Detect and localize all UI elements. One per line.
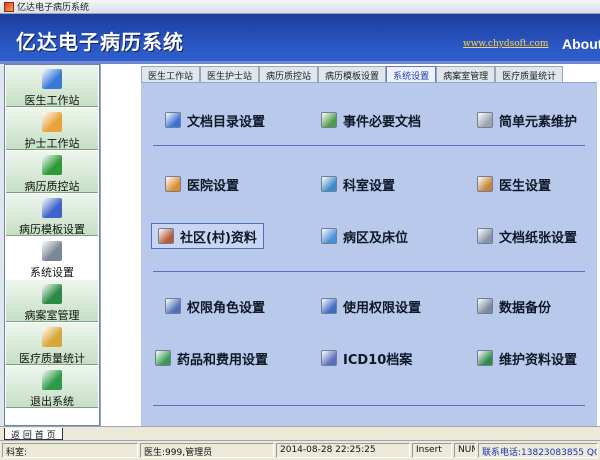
hospital-settings-button[interactable]: 医院设置 bbox=[165, 173, 239, 195]
tab-quality-statistics[interactable]: 医疗质量统计 bbox=[495, 66, 564, 82]
app-header: 亿达电子病历系统 www.chydsoft.com About bbox=[0, 14, 600, 64]
status-bar: 科室: 医生:999,管理员 2014-08-28 22:25:25 Inser… bbox=[0, 440, 600, 460]
window-titlebar: 亿达电子病历系统 bbox=[0, 0, 600, 14]
document-catalog-settings-button[interactable]: 文档目录设置 bbox=[165, 109, 265, 131]
department-icon bbox=[321, 176, 337, 192]
community-icon bbox=[158, 228, 174, 244]
sidebar-item-nurse-station[interactable]: 护士工作站 bbox=[6, 108, 98, 150]
printer-icon bbox=[477, 298, 493, 314]
community-village-info-button[interactable]: 社区(村)资料 bbox=[151, 223, 264, 249]
section-divider bbox=[153, 271, 585, 272]
doctor-icon bbox=[477, 176, 493, 192]
grid-icon bbox=[321, 112, 337, 128]
maintain-icon bbox=[477, 350, 493, 366]
paper-icon bbox=[477, 228, 493, 244]
about-link[interactable]: About bbox=[562, 36, 600, 52]
medicine-icon bbox=[155, 350, 171, 366]
status-insert-mode: Insert bbox=[412, 443, 452, 458]
sidebar-item-label: 医疗质量统计 bbox=[19, 352, 85, 365]
settings-icon bbox=[42, 241, 62, 261]
tab-archive-management[interactable]: 病案室管理 bbox=[436, 66, 496, 82]
sidebar-item-label: 系统设置 bbox=[30, 266, 74, 279]
sidebar-item-exit[interactable]: 退出系统 bbox=[6, 366, 98, 408]
tab-quality-control[interactable]: 病历质控站 bbox=[259, 66, 319, 82]
sidebar-item-quality-control[interactable]: 病历质控站 bbox=[6, 151, 98, 193]
nurse-icon bbox=[42, 112, 62, 132]
sidebar-item-quality-statistics[interactable]: 医疗质量统计 bbox=[6, 323, 98, 365]
app-title: 亿达电子病历系统 bbox=[16, 30, 184, 54]
checklist-icon bbox=[42, 155, 62, 175]
tab-bar: 医生工作站 医生护士站 病历质控站 病历模板设置 系统设置 病案室管理 医疗质量… bbox=[141, 66, 597, 82]
icd10-archive-button[interactable]: ICD10档案 bbox=[321, 347, 412, 369]
tab-doctor-nurse-station[interactable]: 医生护士站 bbox=[200, 66, 260, 82]
permission-icon bbox=[321, 298, 337, 314]
tab-system-settings[interactable]: 系统设置 bbox=[386, 66, 437, 82]
section-divider bbox=[153, 145, 585, 146]
sidebar-item-label: 病历质控站 bbox=[24, 180, 80, 193]
role-permission-settings-button[interactable]: 权限角色设置 bbox=[165, 295, 265, 317]
status-numlock: NUM bbox=[454, 443, 476, 458]
window-title: 亿达电子病历系统 bbox=[17, 3, 90, 13]
statistics-icon bbox=[42, 327, 62, 347]
medicine-and-fee-settings-button[interactable]: 药品和费用设置 bbox=[155, 347, 268, 369]
doctor-settings-button[interactable]: 医生设置 bbox=[477, 173, 551, 195]
system-settings-panel: 文档目录设置 事件必要文档 简单元素维护 医院设置 科室设置 医生设置 社区(村… bbox=[141, 82, 597, 426]
status-contact: 联系电话:13823083855 QQ:61087 bbox=[478, 443, 598, 458]
document-icon bbox=[477, 112, 493, 128]
tab-template-settings[interactable]: 病历模板设置 bbox=[318, 66, 387, 82]
document-paper-settings-button[interactable]: 文档纸张设置 bbox=[477, 225, 577, 247]
tab-doctor-station[interactable]: 医生工作站 bbox=[141, 66, 201, 82]
website-link[interactable]: www.chydsoft.com bbox=[463, 39, 548, 49]
role-icon bbox=[165, 298, 181, 314]
sidebar-item-system-settings[interactable]: 系统设置 bbox=[6, 237, 98, 279]
template-icon bbox=[42, 198, 62, 218]
table-icon bbox=[165, 112, 181, 128]
simple-element-maintenance-button[interactable]: 简单元素维护 bbox=[477, 109, 577, 131]
maintenance-data-settings-button[interactable]: 维护资料设置 bbox=[477, 347, 577, 369]
ward-icon bbox=[321, 228, 337, 244]
back-to-home-tab[interactable]: 返 回 首 页 bbox=[4, 428, 63, 441]
app-icon bbox=[4, 1, 14, 12]
exit-icon bbox=[42, 370, 62, 390]
status-datetime: 2014-08-28 22:25:25 bbox=[276, 443, 410, 458]
ward-and-bed-button[interactable]: 病区及床位 bbox=[321, 225, 408, 247]
department-settings-button[interactable]: 科室设置 bbox=[321, 173, 395, 195]
sidebar-item-label: 病案室管理 bbox=[24, 309, 80, 322]
event-required-documents-button[interactable]: 事件必要文档 bbox=[321, 109, 421, 131]
hospital-icon bbox=[165, 176, 181, 192]
section-divider bbox=[153, 405, 585, 406]
sidebar-item-archive-management[interactable]: 病案室管理 bbox=[6, 280, 98, 322]
data-backup-button[interactable]: 数据备份 bbox=[477, 295, 551, 317]
main-area: 医生工作站 医生护士站 病历质控站 病历模板设置 系统设置 病案室管理 医疗质量… bbox=[100, 64, 600, 426]
sidebar-item-label: 退出系统 bbox=[30, 395, 74, 408]
doctor-icon bbox=[42, 69, 62, 89]
sidebar: 医生工作站 护士工作站 病历质控站 病历模板设置 系统设置 病案室管理 医疗质量… bbox=[4, 64, 100, 426]
icd-icon bbox=[321, 350, 337, 366]
bottom-tab-strip: 返 回 首 页 bbox=[0, 426, 600, 441]
sidebar-item-label: 医生工作站 bbox=[24, 94, 80, 107]
status-department: 科室: bbox=[2, 443, 138, 458]
sidebar-item-doctor-station[interactable]: 医生工作站 bbox=[6, 65, 98, 107]
sidebar-item-label: 护士工作站 bbox=[24, 137, 80, 150]
archive-icon bbox=[42, 284, 62, 304]
usage-permission-settings-button[interactable]: 使用权限设置 bbox=[321, 295, 421, 317]
status-user: 医生:999,管理员 bbox=[140, 443, 274, 458]
sidebar-item-label: 病历模板设置 bbox=[19, 223, 85, 236]
sidebar-item-template-settings[interactable]: 病历模板设置 bbox=[6, 194, 98, 236]
